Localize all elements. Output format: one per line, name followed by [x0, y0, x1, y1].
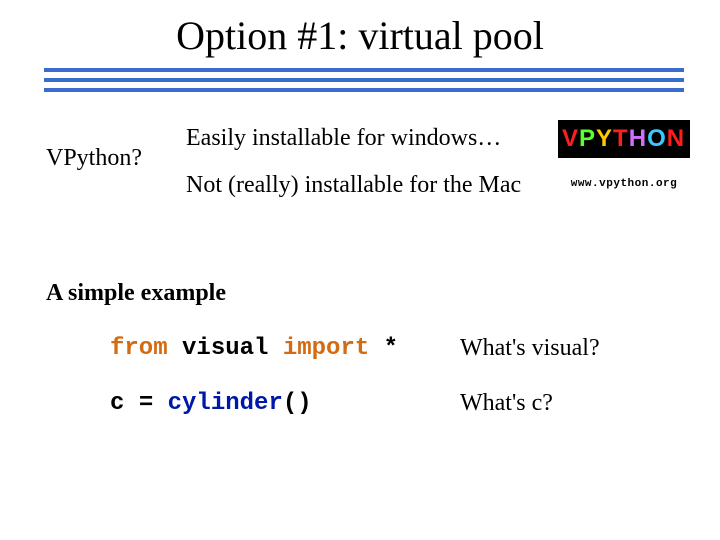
function-name: cylinder	[168, 390, 283, 417]
variable-name: c	[110, 390, 124, 417]
vpython-url: www.vpython.org	[558, 178, 690, 190]
divider-line	[44, 88, 684, 92]
keyword-from: from	[110, 335, 168, 362]
logo-letter: N	[667, 125, 685, 152]
logo-letter: H	[629, 125, 647, 152]
logo-letter: P	[579, 125, 596, 152]
info-mac: Not (really) installable for the Mac	[186, 172, 521, 199]
import-star: *	[384, 335, 398, 362]
slide: Option #1: virtual pool VPython? Easily …	[0, 0, 720, 540]
logo-letter: T	[613, 125, 629, 152]
code-line-assign: c = cylinder()	[110, 390, 312, 417]
vpython-logo: VPYTHON	[558, 120, 690, 158]
info-windows: Easily installable for windows…	[186, 125, 501, 152]
example-heading: A simple example	[46, 280, 226, 307]
question-visual: What's visual?	[460, 335, 600, 362]
code-line-import: from visual import *	[110, 335, 398, 362]
parentheses: ()	[283, 390, 312, 417]
keyword-import: import	[283, 335, 369, 362]
equals-sign: =	[139, 390, 153, 417]
vpython-logo-text: VPYTHON	[558, 120, 690, 158]
vpython-label: VPython?	[46, 145, 142, 172]
module-name: visual	[182, 335, 268, 362]
slide-title: Option #1: virtual pool	[0, 12, 720, 59]
logo-letter: Y	[596, 125, 613, 152]
question-c: What's c?	[460, 390, 553, 417]
divider-line	[44, 68, 684, 72]
logo-letter: V	[562, 125, 579, 152]
logo-letter: O	[647, 125, 667, 152]
divider-line	[44, 78, 684, 82]
